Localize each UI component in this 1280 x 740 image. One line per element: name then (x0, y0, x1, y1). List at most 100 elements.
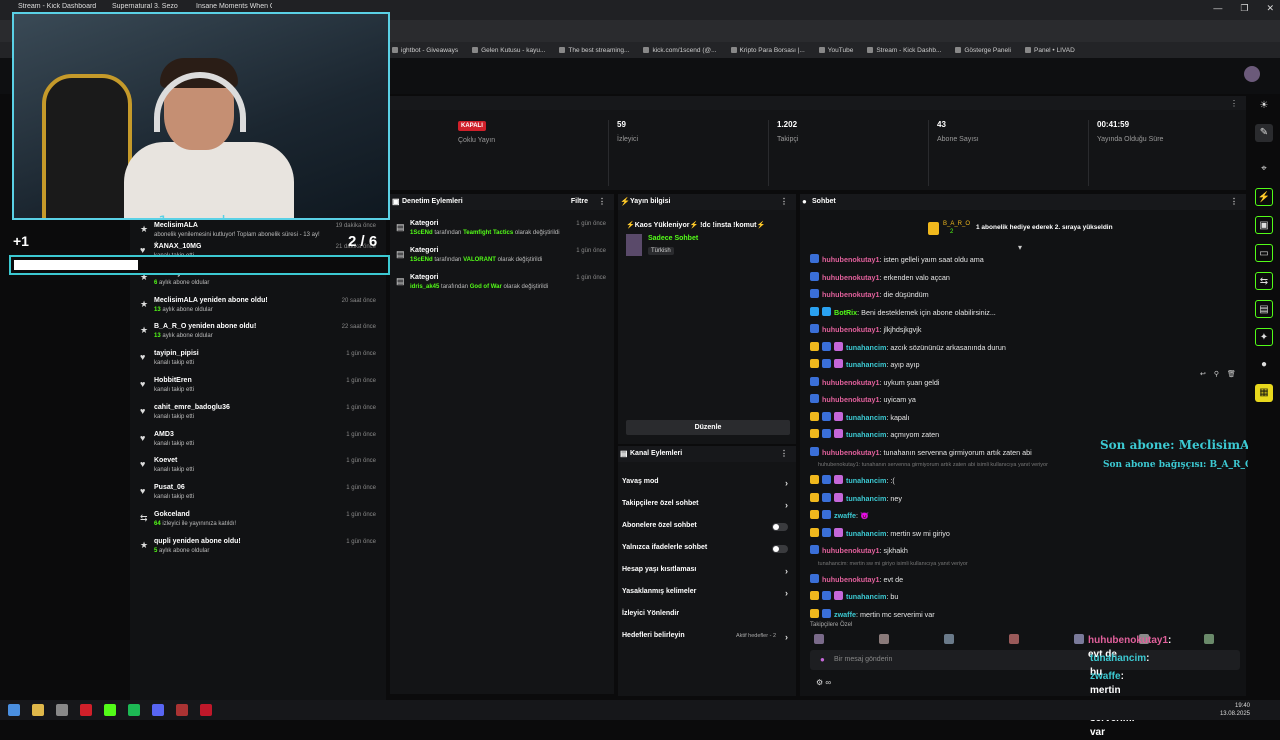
chat-message[interactable]: tunahancim: bu (810, 591, 898, 605)
chat-username[interactable]: zwaffe (834, 511, 856, 520)
bookmark-item[interactable]: ightbot - Giveaways (392, 47, 458, 54)
close-button[interactable]: ✕ (1266, 3, 1274, 14)
channel-action-row[interactable]: Hedefleri belirleyin › Aktif hedefler - 2 (622, 632, 790, 650)
chat-username[interactable]: tunahancim (846, 592, 886, 601)
chat-message[interactable]: tunahancim: kapalı (810, 411, 910, 426)
chevron-right-icon[interactable]: › (785, 632, 788, 642)
chat-message[interactable]: huhubenokutay1: tunahanın servenna girmi… (810, 446, 1032, 461)
obs-icon[interactable] (176, 704, 188, 716)
toggle-switch[interactable] (772, 523, 788, 531)
more-icon[interactable]: ⋮ (780, 449, 788, 458)
chat-username[interactable]: tunahancim (846, 413, 886, 422)
chat-username[interactable]: zwaffe (834, 610, 856, 619)
opera-icon[interactable] (80, 704, 92, 716)
emote[interactable] (944, 634, 954, 644)
chat-username[interactable]: BotRix (834, 308, 857, 317)
emote[interactable] (1204, 634, 1214, 644)
pencil-icon[interactable]: ✎ (1255, 124, 1273, 142)
more-icon[interactable]: ⋮ (1230, 197, 1238, 206)
channel-action-row[interactable]: Takipçilere özel sohbet › (622, 500, 790, 518)
link-icon[interactable]: ⇆ (1255, 272, 1273, 290)
chat-username[interactable]: huhubenokutay1 (822, 378, 880, 387)
bolt-icon[interactable]: ⚡ (1255, 188, 1273, 206)
chat-message[interactable]: huhubenokutay1: die düşündüm (810, 289, 929, 303)
emote[interactable] (1074, 634, 1084, 644)
chat-message[interactable]: tunahancim: ney (810, 492, 902, 507)
chat-message[interactable]: zwaffe: 😈 (810, 510, 869, 524)
filter-button[interactable]: Filtre (571, 198, 588, 205)
channel-action-row[interactable]: Yasaklanmış kelimeler › (622, 588, 790, 606)
chat-username[interactable]: huhubenokutay1 (822, 395, 880, 404)
chevron-right-icon[interactable]: › (785, 478, 788, 488)
app-icon[interactable] (56, 704, 68, 716)
minimize-button[interactable]: — (1213, 3, 1222, 14)
chat-username[interactable]: huhubenokutay1 (822, 273, 880, 282)
chat-username[interactable]: tunahancim (846, 476, 886, 485)
more-icon[interactable]: ⋮ (1230, 99, 1238, 108)
sun-icon[interactable]: ☀ (1255, 97, 1273, 115)
bookmark-item[interactable]: Stream - Kick Dashb... (867, 47, 941, 54)
channel-action-row[interactable]: Yavaş mod › (622, 478, 790, 496)
chat-input[interactable]: ● Bir mesaj gönderin (810, 650, 1240, 670)
chat-username[interactable]: huhubenokutay1 (822, 255, 880, 264)
chat-message[interactable]: tunahancim: ayıp ayıp (810, 359, 920, 373)
more-icon[interactable]: ⋮ (598, 197, 606, 206)
chat-message[interactable]: huhubenokutay1: isten gelleli yaım saat … (810, 254, 984, 268)
chat-username[interactable]: tunahancim (846, 430, 886, 439)
emote[interactable] (814, 634, 824, 644)
discord-icon[interactable] (152, 704, 164, 716)
bookmark-item[interactable]: Gösterge Paneli (955, 47, 1011, 54)
category-name[interactable]: Sadece Sohbet (648, 235, 698, 242)
more-icon[interactable]: ⋮ (780, 197, 788, 206)
chat-username[interactable]: huhubenokutay1 (822, 448, 880, 457)
avatar[interactable] (1244, 66, 1260, 82)
chat-message[interactable]: huhubenokutay1: evt de (810, 573, 903, 588)
list-icon[interactable]: ▤ (1255, 300, 1273, 318)
bookmark-item[interactable]: YouTube (818, 47, 853, 54)
kick-icon[interactable] (104, 704, 116, 716)
chat-message[interactable]: tunahancim: :( (810, 475, 895, 489)
chat-message[interactable]: huhubenokutay1: erkenden valo açcan (810, 271, 950, 286)
chat-message[interactable]: tunahancim: mertin sw mi giriyo (810, 527, 950, 542)
chat-username[interactable]: huhubenokutay1 (822, 546, 880, 555)
settings-icon[interactable]: ⚙ ∞ (816, 678, 831, 687)
chat-username[interactable]: tunahancim (846, 360, 886, 369)
chat-username[interactable]: tunahancim (846, 343, 886, 352)
chevron-right-icon[interactable]: › (785, 588, 788, 598)
bookmark-item[interactable]: Panel • LIVAD (1025, 47, 1075, 54)
bookmark-item[interactable]: kick.com/1scend (@... (643, 47, 717, 54)
chevron-right-icon[interactable]: › (785, 500, 788, 510)
emote[interactable] (879, 634, 889, 644)
folder-icon[interactable] (32, 704, 44, 716)
chevron-right-icon[interactable]: › (785, 566, 788, 576)
app-icon[interactable] (200, 704, 212, 716)
chat-message[interactable]: zwaffe: mertin mc serverimi var (810, 608, 935, 623)
chat-username[interactable]: huhubenokutay1 (822, 290, 880, 299)
channel-action-row[interactable]: İzleyici Yönlendir (622, 610, 790, 628)
chevron-down-icon[interactable]: ▾ (1018, 243, 1022, 252)
chat-username[interactable]: huhubenokutay1 (822, 575, 880, 584)
chat-message[interactable]: huhubenokutay1: sjkhakh (810, 545, 908, 559)
calculator-icon[interactable]: ▦ (1255, 384, 1273, 402)
chat-icon[interactable]: ▭ (1255, 244, 1273, 262)
chat-message[interactable]: huhubenokutay1: uykum şuan geldi (810, 376, 939, 391)
wrench-icon[interactable]: ✦ (1255, 328, 1273, 346)
chat-message[interactable]: huhubenokutay1: uyicam ya (810, 394, 916, 408)
windows-icon[interactable] (8, 704, 20, 716)
shield-icon[interactable]: ▣ (1255, 216, 1273, 234)
chat-username[interactable]: huhubenokutay1 (822, 325, 880, 334)
channel-action-row[interactable]: Yalnızca ifadelerle sohbet (622, 544, 790, 562)
users-icon[interactable]: ● (1255, 356, 1273, 374)
bookmark-item[interactable]: Gelen Kutusu - kayu... (472, 47, 545, 54)
chat-message[interactable]: BotRix: Beni desteklemek için abone olab… (810, 306, 996, 321)
maximize-button[interactable]: ❐ (1240, 3, 1248, 14)
target-icon[interactable]: ⌖ (1255, 160, 1273, 178)
reply-icon[interactable]: ↩ (1200, 370, 1206, 378)
delete-icon[interactable]: 🗑 (1227, 370, 1236, 378)
bookmark-item[interactable]: Kripto Para Borsası |... (730, 47, 805, 54)
chat-username[interactable]: tunahancim (846, 494, 886, 503)
channel-action-row[interactable]: Abonelere özel sohbet (622, 522, 790, 540)
mic-icon[interactable]: ● (820, 655, 825, 664)
channel-action-row[interactable]: Hesap yaşı kısıtlaması › (622, 566, 790, 584)
chat-message[interactable]: huhubenokutay1: jlkjhdsjkgvjk (810, 324, 921, 338)
